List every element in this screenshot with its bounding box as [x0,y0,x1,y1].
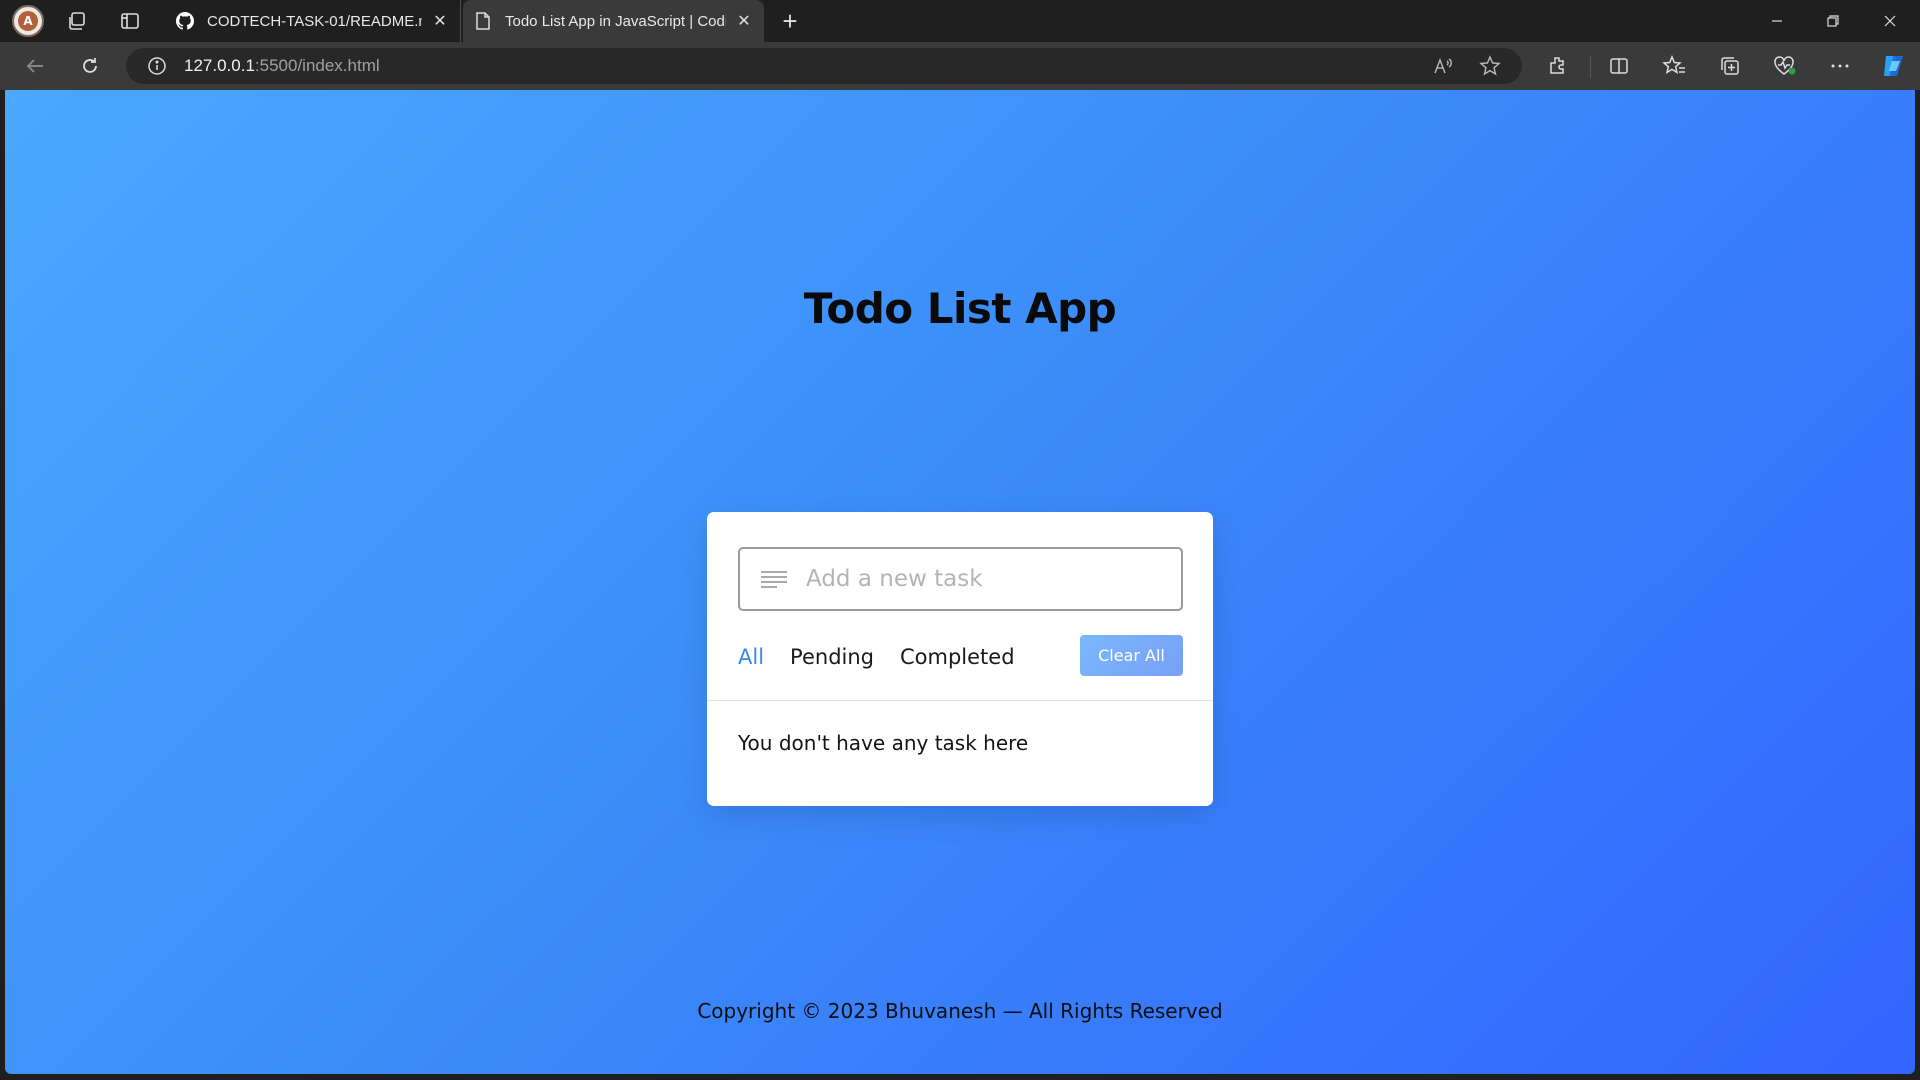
svg-text:A: A [23,14,33,28]
minimize-icon[interactable] [1749,0,1805,42]
refresh-icon[interactable] [76,52,104,80]
collections-icon[interactable] [1716,52,1744,80]
page-title: Todo List App [803,284,1117,333]
split-screen-icon[interactable] [1605,52,1633,80]
url-host: 127.0.0.1 [184,56,255,75]
copilot-icon[interactable] [1880,52,1908,80]
profile-avatar-icon[interactable]: A [12,5,44,37]
favorites-icon[interactable] [1660,52,1688,80]
restore-icon[interactable] [1805,0,1861,42]
filter-tabs: All Pending Completed [738,645,1015,669]
close-tab-icon[interactable]: ✕ [430,11,450,31]
more-options-icon[interactable] [1826,52,1854,80]
workspaces-icon[interactable] [63,7,91,35]
close-window-icon[interactable] [1862,0,1918,42]
tab-readme[interactable]: CODTECH-TASK-01/README.md ✕ [165,0,461,42]
browser-toolbar: 127.0.0.1:5500/index.html [0,42,1920,90]
tab-bar: A CODTECH-TASK-01/README.md ✕ Todo List … [0,0,1920,42]
task-input-box[interactable] [738,547,1183,611]
clear-all-button[interactable]: Clear All [1080,635,1183,676]
page-viewport: Todo List App All Pending Completed Clea… [5,90,1915,1074]
vertical-tabs-icon[interactable] [116,7,144,35]
tab-title: Todo List App in JavaScript | Codin [505,12,726,30]
read-aloud-icon[interactable] [1429,52,1457,80]
extensions-icon[interactable] [1544,52,1572,80]
back-arrow-icon[interactable] [21,52,49,80]
footer-copyright: Copyright © 2023 Bhuvanesh — All Rights … [697,999,1223,1023]
address-bar[interactable]: 127.0.0.1:5500/index.html [126,48,1522,84]
toolbar-separator [1590,56,1591,78]
filter-all[interactable]: All [738,645,764,669]
close-tab-icon[interactable]: ✕ [734,11,754,31]
divider [707,700,1213,701]
site-info-icon[interactable] [146,55,168,77]
github-icon [175,11,195,31]
text-lines-icon [760,568,790,590]
favorite-star-icon[interactable] [1476,52,1504,80]
url-path: :5500/index.html [254,56,380,75]
tab-title: CODTECH-TASK-01/README.md [207,12,422,30]
new-tab-icon[interactable]: + [776,6,804,36]
url-text[interactable]: 127.0.0.1:5500/index.html [184,56,380,76]
task-input[interactable] [806,566,1146,592]
empty-task-message: You don't have any task here [738,731,1029,755]
tab-todo-app[interactable]: Todo List App in JavaScript | Codin ✕ [463,0,764,42]
filter-pending[interactable]: Pending [790,645,874,669]
filter-completed[interactable]: Completed [900,645,1015,669]
page-icon [473,11,493,31]
browser-essentials-icon[interactable] [1771,52,1799,80]
todo-card: All Pending Completed Clear All You don'… [707,512,1213,806]
